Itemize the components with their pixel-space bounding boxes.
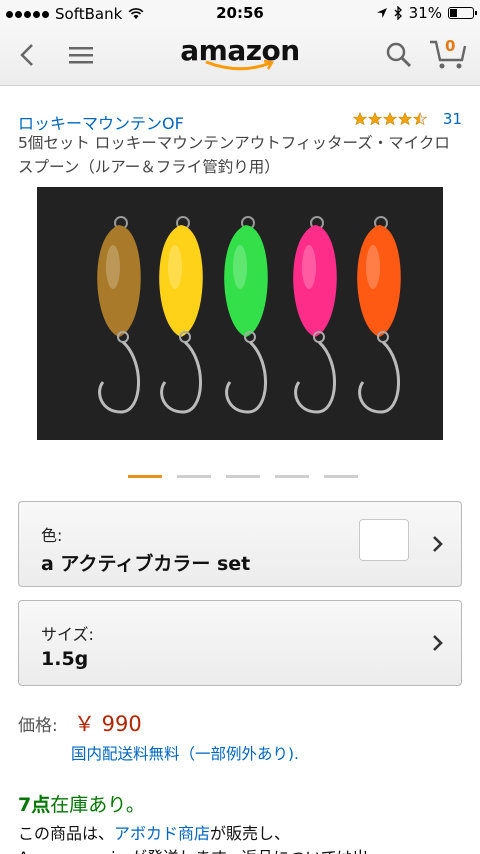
lure-3 <box>224 216 268 414</box>
shipping-link[interactable]: 国内配送料無料（一部例外あり). <box>71 742 299 764</box>
size-selector[interactable]: サイズ: 1.5g <box>18 600 462 686</box>
star-icon <box>397 112 412 126</box>
color-label: 色: <box>41 526 63 545</box>
lure-5 <box>357 216 401 414</box>
color-value: a アクティブカラー set <box>41 553 251 575</box>
chevron-right-icon <box>433 635 443 651</box>
lure-1 <box>97 216 141 414</box>
pager-dot[interactable] <box>324 475 358 478</box>
battery-percent: 31% <box>408 4 442 22</box>
rating-count[interactable]: 31 <box>443 110 462 128</box>
color-swatch <box>359 519 409 561</box>
star-icon <box>412 112 427 126</box>
search-icon[interactable] <box>384 40 414 70</box>
seller-suffix: が販売し、 <box>210 824 291 843</box>
bluetooth-icon <box>394 6 402 20</box>
rating[interactable]: 31 <box>352 110 462 128</box>
logo-text: amazon <box>180 34 300 67</box>
stock-text: 在庫あり。 <box>50 794 145 816</box>
lure-4 <box>293 216 337 414</box>
lures-illustration <box>97 216 401 414</box>
status-right: 31% <box>376 4 477 22</box>
battery-icon <box>448 7 477 19</box>
seller-line2: Amazon.co.jp が発送します。返品については出 <box>18 844 368 854</box>
seller-prefix: この商品は、 <box>18 824 115 843</box>
stock-status: 7点在庫あり。 <box>18 790 145 817</box>
color-selector[interactable]: 色: a アクティブカラー set <box>18 501 462 587</box>
rating-stars <box>352 112 427 126</box>
pager-dot[interactable] <box>177 475 211 478</box>
star-icon <box>352 112 367 126</box>
image-pager[interactable] <box>128 475 358 478</box>
size-label: サイズ: <box>41 625 94 644</box>
lure-2 <box>159 216 203 414</box>
size-value: 1.5g <box>41 648 89 670</box>
star-icon <box>382 112 397 126</box>
product-image[interactable] <box>37 187 443 440</box>
seller-info: この商品は、アボカド商店が販売し、 <box>18 820 290 844</box>
pager-dot[interactable] <box>128 475 162 478</box>
cart-button[interactable]: 0 <box>428 36 468 72</box>
price-label: 価格: <box>18 716 58 736</box>
location-icon <box>376 8 387 18</box>
pager-dot[interactable] <box>275 475 309 478</box>
seller-link[interactable]: アボカド商店 <box>114 824 210 843</box>
price-value: ￥ 990 <box>74 712 142 736</box>
pager-dot[interactable] <box>226 475 260 478</box>
status-bar: SoftBank 20:56 31% <box>0 0 480 28</box>
chevron-right-icon <box>433 536 443 552</box>
stock-count: 7点 <box>18 794 51 816</box>
nav-bar: amazon 0 <box>0 28 480 86</box>
star-icon <box>367 112 382 126</box>
cart-count: 0 <box>445 37 456 55</box>
product-title: 5個セット ロッキーマウンテンアウトフィッターズ・マイクロスプーン（ルアー＆フラ… <box>18 134 450 176</box>
